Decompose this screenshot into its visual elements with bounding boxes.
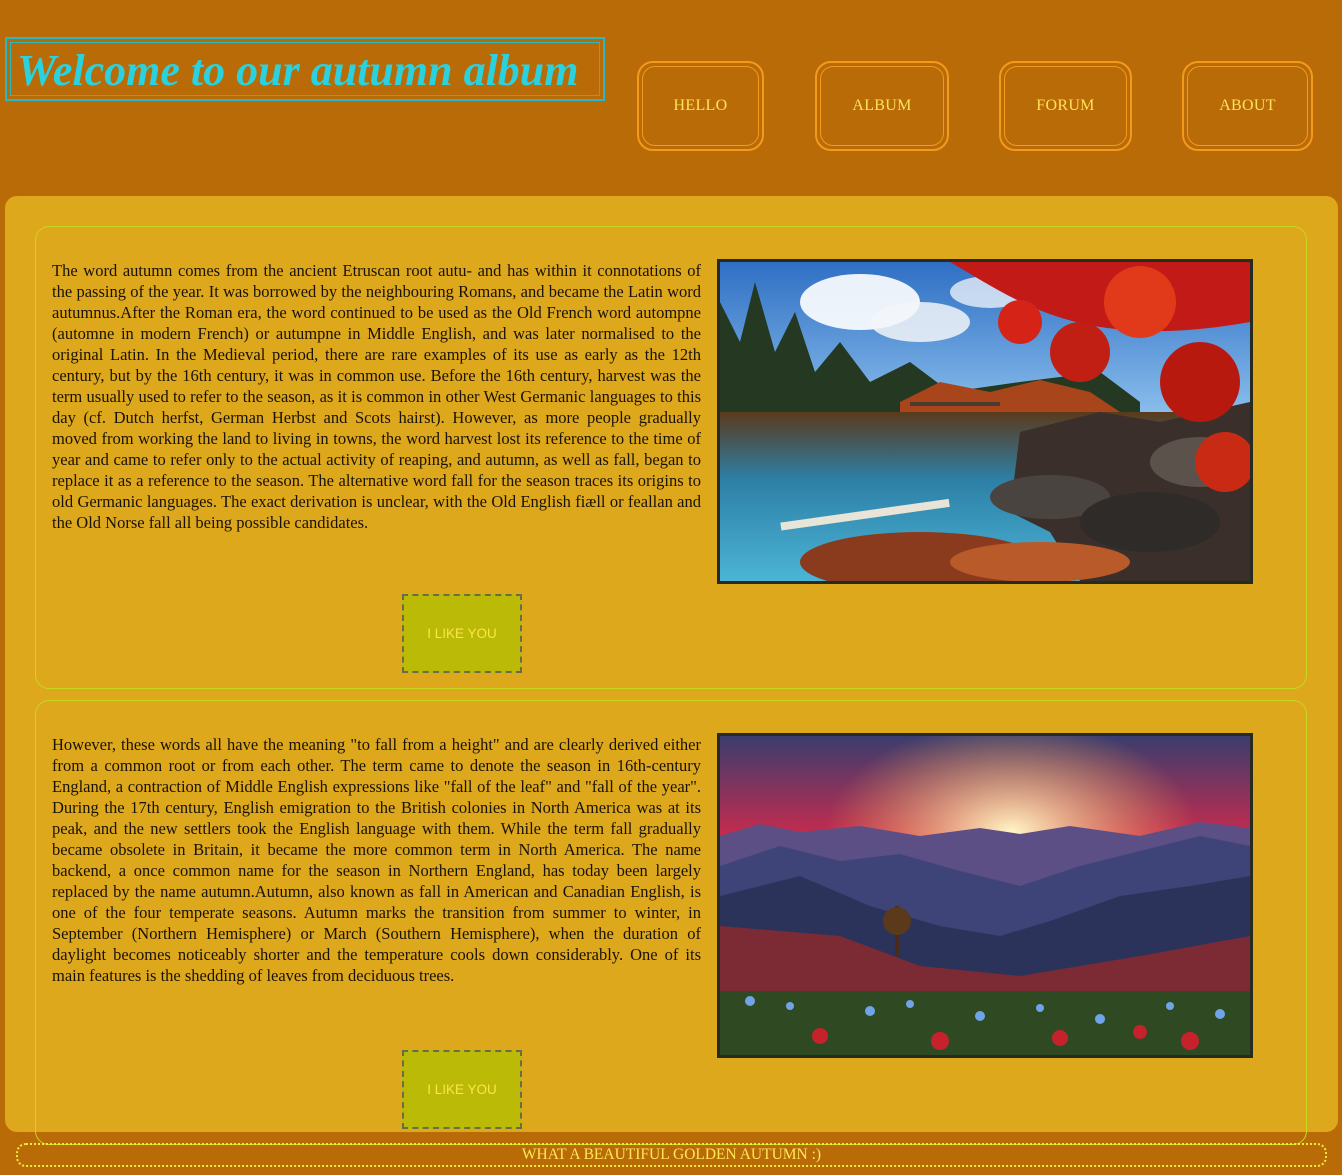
autumn-lake-photo: [717, 259, 1253, 584]
nav-forum-button[interactable]: FORUM: [999, 61, 1132, 151]
mountain-sunset-image: [720, 736, 1250, 1055]
like-button[interactable]: I LIKE YOU: [402, 1050, 522, 1129]
article-text: However, these words all have the meanin…: [52, 735, 701, 985]
nav-hello-button[interactable]: HELLO: [637, 61, 764, 151]
article-card: However, these words all have the meanin…: [35, 700, 1307, 1145]
article-text: The word autumn comes from the ancient E…: [52, 261, 701, 532]
page: Welcome to our autumn album HELLO ALBUM …: [0, 0, 1342, 1175]
footer-banner: WHAT A BEAUTIFUL GOLDEN AUTUMN :): [16, 1143, 1327, 1167]
article-card: The word autumn comes from the ancient E…: [35, 226, 1307, 689]
like-button[interactable]: I LIKE YOU: [402, 594, 522, 673]
autumn-lake-image: [720, 262, 1250, 581]
main-content: The word autumn comes from the ancient E…: [5, 196, 1338, 1145]
mountain-sunset-photo: [717, 733, 1253, 1058]
site-title: Welcome to our autumn album: [17, 46, 579, 95]
site-title-frame: Welcome to our autumn album: [5, 37, 605, 101]
nav-about-button[interactable]: ABOUT: [1182, 61, 1313, 151]
nav-album-button[interactable]: ALBUM: [815, 61, 949, 151]
